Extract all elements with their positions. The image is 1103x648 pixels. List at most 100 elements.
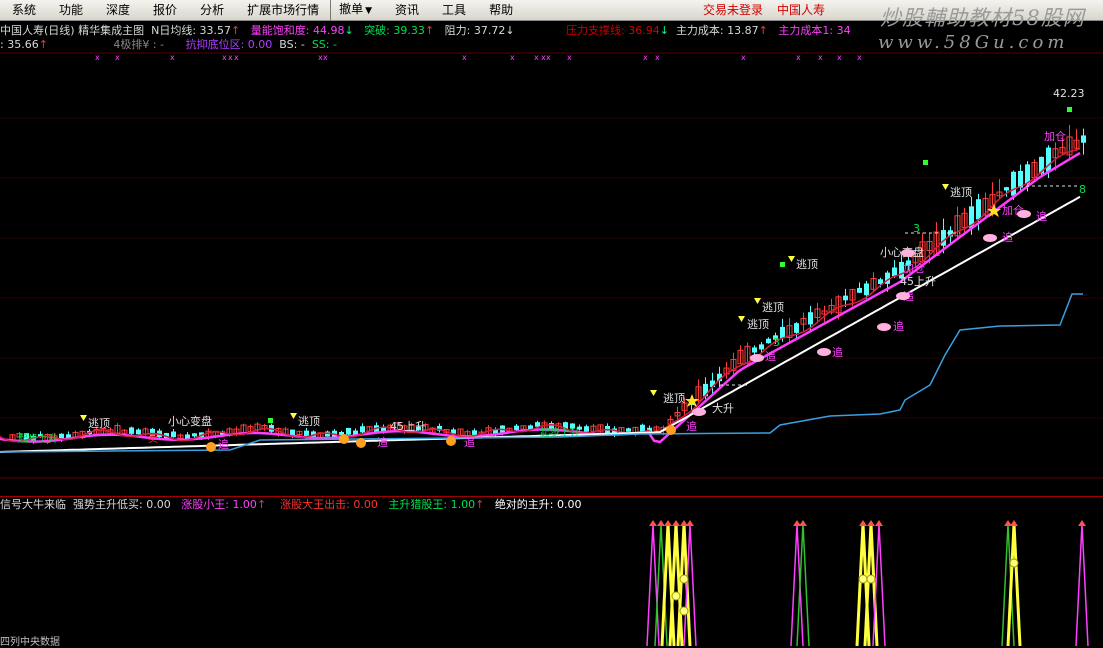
down-candle bbox=[472, 430, 477, 435]
x-marker: x bbox=[643, 53, 648, 62]
down-candle bbox=[808, 312, 813, 325]
coin-marker bbox=[679, 574, 689, 584]
green-marker bbox=[268, 418, 273, 423]
x-marker: x bbox=[546, 53, 551, 62]
chase-label: 追 bbox=[1002, 230, 1013, 244]
chase-label: 追 bbox=[218, 437, 229, 451]
triangle-marker bbox=[788, 256, 795, 262]
down-candle bbox=[857, 287, 862, 293]
strong-buy-value: 0.00 bbox=[146, 498, 171, 511]
signal-spike bbox=[863, 523, 879, 646]
x-marker: x bbox=[567, 53, 572, 62]
ma-red-line bbox=[0, 147, 1081, 443]
green-marker bbox=[923, 160, 928, 165]
triangle-marker bbox=[650, 390, 657, 396]
chase-label: 追 bbox=[377, 435, 388, 449]
x-marker: x bbox=[510, 53, 515, 62]
down-candle bbox=[129, 427, 134, 434]
big-king-value: 0.00 bbox=[353, 498, 378, 511]
x-marker: x bbox=[837, 53, 842, 62]
orange-marker bbox=[666, 425, 676, 435]
signal-markers: xxxxxxxxxxxxxxxxxxxxx bbox=[95, 53, 862, 62]
spike-arrow-icon bbox=[657, 520, 665, 526]
down-candle bbox=[752, 347, 757, 353]
pink-cloud-marker bbox=[692, 408, 706, 416]
down-candle bbox=[941, 230, 946, 246]
peak-price-label: 42.23 bbox=[1053, 87, 1085, 100]
escape-top-label: 逃顶 bbox=[88, 417, 110, 430]
triangle-marker bbox=[754, 298, 761, 304]
eight-label: 8 bbox=[1079, 183, 1086, 196]
x-marker: x bbox=[323, 53, 328, 62]
signal-spike bbox=[676, 523, 692, 646]
spike-arrow-icon bbox=[1010, 520, 1018, 526]
x-marker: x bbox=[818, 53, 823, 62]
x-marker: x bbox=[95, 53, 100, 62]
chase-label: 追 bbox=[832, 345, 843, 359]
down-candle bbox=[626, 428, 631, 432]
down-candle bbox=[535, 422, 540, 427]
x-marker: x bbox=[462, 53, 467, 62]
x-marker: x bbox=[228, 53, 233, 62]
x-marker: x bbox=[170, 53, 175, 62]
orange-marker bbox=[356, 438, 366, 448]
signal-label: 信号大牛来临 bbox=[0, 498, 66, 511]
coin-marker bbox=[1009, 558, 1019, 568]
chase-label: 追 bbox=[686, 419, 697, 433]
big-rise-label: 大升 bbox=[712, 401, 734, 415]
x-marker: x bbox=[857, 53, 862, 62]
down-candle bbox=[514, 425, 519, 430]
down-candle bbox=[584, 426, 589, 432]
escape-top-label: 逃顶 bbox=[762, 301, 784, 314]
candlestick-chart[interactable]: xxxxxxxxxxxxxxxxxxxxx 42.23逃顶 逃顶逃顶逃顶逃顶逃顶逃… bbox=[0, 0, 1103, 646]
spike-arrow-icon bbox=[799, 520, 807, 526]
spike-arrow-icon bbox=[875, 520, 883, 526]
escape-top-label: 逃顶 bbox=[950, 186, 972, 199]
down-candle bbox=[185, 434, 190, 439]
spike-arrow-icon bbox=[859, 520, 867, 526]
absolute-rise-value: 0.00 bbox=[557, 498, 582, 511]
sub-indicator-info: 信号大牛来临 强势主升低买: 0.00 涨股小王: 1.00↑ 涨股大王出击: … bbox=[0, 498, 582, 512]
big-king-label: 涨股大王出击: bbox=[280, 498, 350, 511]
orange-marker bbox=[339, 434, 349, 444]
signal-spike bbox=[796, 523, 810, 646]
down-candle bbox=[976, 199, 981, 220]
bottom-status-text: 四列中央数据 bbox=[0, 637, 60, 648]
spike-arrow-icon bbox=[686, 520, 694, 526]
down-candle bbox=[192, 433, 197, 437]
orange-marker bbox=[206, 442, 216, 452]
signal-spike bbox=[1006, 523, 1022, 646]
escape-top-label: 逃顶 bbox=[796, 258, 818, 271]
down-candle bbox=[290, 429, 295, 436]
rise45-label: 45上升 bbox=[390, 420, 426, 433]
down-candle bbox=[346, 427, 351, 435]
coin-marker bbox=[866, 574, 876, 584]
coin-marker bbox=[671, 591, 681, 601]
x-marker: x bbox=[655, 53, 660, 62]
arrow-up-icon: ↑ bbox=[475, 498, 485, 511]
arrow-up-icon: ↑ bbox=[256, 498, 267, 511]
x-marker: x bbox=[534, 53, 539, 62]
main-rise-king-label: 主升猎股王: bbox=[388, 498, 448, 511]
down-candle bbox=[1081, 135, 1086, 143]
pink-cloud-marker bbox=[901, 249, 915, 257]
pink-cloud-marker bbox=[817, 348, 831, 356]
rise45-label: 45上升 bbox=[900, 275, 936, 288]
triangle-marker bbox=[738, 316, 745, 322]
down-candle bbox=[780, 326, 785, 339]
x-marker: x bbox=[115, 53, 120, 62]
sell-label: 卖 bbox=[148, 433, 158, 445]
signal-spike bbox=[646, 523, 660, 646]
chase-label: 追 bbox=[893, 319, 904, 333]
indicator-lines bbox=[0, 147, 1083, 453]
chase-label: 追 bbox=[765, 349, 776, 363]
signal-spike bbox=[1075, 523, 1089, 646]
escape-top-label: 逃顶 bbox=[747, 318, 769, 331]
down-candle bbox=[864, 283, 869, 296]
x-marker: x bbox=[796, 53, 801, 62]
sub-indicator bbox=[646, 520, 1089, 646]
green-marker bbox=[1067, 107, 1072, 112]
down-candle bbox=[171, 431, 176, 438]
small-heart-label: 小心变盘 bbox=[168, 414, 212, 428]
down-candle bbox=[1011, 171, 1016, 196]
